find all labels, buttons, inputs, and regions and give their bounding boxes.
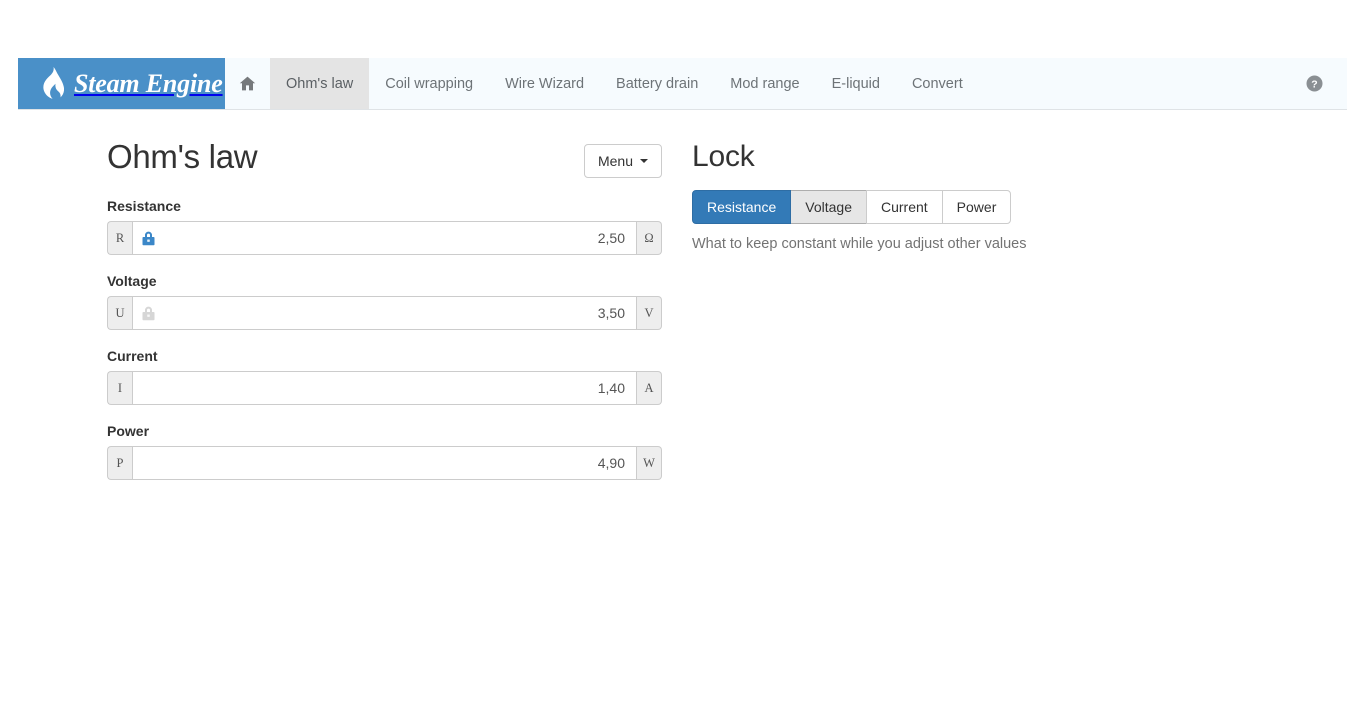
panel-header: Ohm's law Menu (107, 138, 662, 178)
menu-button[interactable]: Menu (583, 144, 662, 178)
lock-option-power[interactable]: Power (941, 190, 1012, 224)
nav-items: Ohm's law Coil wrapping Wire Wizard Batt… (225, 58, 1347, 109)
ohms-law-panel: Ohm's law Menu Resistance R 2,50 Ω Volta… (107, 138, 662, 498)
help-circle-icon[interactable]: ? (1306, 75, 1323, 92)
navbar-right-tools: ? (1306, 58, 1347, 109)
symbol-addon-resistance: R (107, 221, 132, 255)
power-value: 4,90 (597, 455, 625, 471)
lock-option-voltage[interactable]: Voltage (790, 190, 867, 224)
brand-logo-link[interactable]: Steam Engine (18, 58, 225, 109)
nav-home-link[interactable] (225, 58, 270, 109)
power-input[interactable]: 4,90 (132, 446, 637, 480)
lock-icon[interactable] (140, 230, 157, 247)
brand-name: Steam Engine (74, 68, 223, 98)
lock-panel: Lock Resistance Voltage Current Power Wh… (692, 140, 1112, 253)
field-label-power: Power (107, 423, 150, 439)
symbol-addon-power: P (107, 446, 132, 480)
lock-help-text: What to keep constant while you adjust o… (692, 236, 1027, 252)
input-group-resistance: R 2,50 Ω (107, 221, 662, 255)
resistance-input[interactable]: 2,50 (132, 221, 637, 255)
unit-addon-current: A (637, 371, 662, 405)
nav-item-convert[interactable]: Convert (896, 58, 979, 109)
svg-text:?: ? (1311, 78, 1317, 90)
input-group-power: P 4,90 W (107, 446, 662, 480)
nav-item-coil-wrapping[interactable]: Coil wrapping (369, 58, 489, 109)
home-icon (239, 75, 256, 92)
voltage-input[interactable]: 3,50 (132, 296, 637, 330)
nav-item-mod-range[interactable]: Mod range (714, 58, 815, 109)
lock-option-current[interactable]: Current (865, 190, 943, 224)
nav-item-e-liquid[interactable]: E-liquid (816, 58, 896, 109)
symbol-addon-current: I (107, 371, 132, 405)
input-group-current: I 1,40 A (107, 371, 662, 405)
nav-item-wire-wizard[interactable]: Wire Wizard (489, 58, 600, 109)
lock-option-resistance[interactable]: Resistance (692, 190, 792, 224)
main-navbar: Steam Engine Ohm's law Coil wrapping Wir… (18, 58, 1347, 110)
unit-addon-resistance: Ω (637, 221, 662, 255)
field-label-voltage: Voltage (107, 273, 157, 289)
voltage-value: 3,50 (597, 305, 625, 321)
field-current: Current I 1,40 A (107, 348, 662, 405)
flame-icon (38, 66, 65, 101)
resistance-value: 2,50 (597, 230, 625, 246)
unit-addon-voltage: V (637, 296, 662, 330)
menu-button-label: Menu (597, 153, 633, 169)
unit-addon-power: W (637, 446, 662, 480)
chevron-down-icon (640, 159, 648, 163)
current-value: 1,40 (597, 380, 625, 396)
lock-option-group: Resistance Voltage Current Power (692, 190, 1112, 224)
nav-item-ohms-law[interactable]: Ohm's law (270, 58, 370, 109)
symbol-addon-voltage: U (107, 296, 132, 330)
current-input[interactable]: 1,40 (132, 371, 637, 405)
input-group-voltage: U 3,50 V (107, 296, 662, 330)
field-label-resistance: Resistance (107, 198, 181, 214)
nav-item-battery-drain[interactable]: Battery drain (600, 58, 714, 109)
lock-icon[interactable] (140, 305, 157, 322)
field-resistance: Resistance R 2,50 Ω (107, 198, 662, 255)
field-label-current: Current (107, 348, 158, 364)
page-title: Ohm's law (107, 138, 258, 175)
lock-panel-title: Lock (692, 140, 755, 173)
field-voltage: Voltage U 3,50 V (107, 273, 662, 330)
field-power: Power P 4,90 W (107, 423, 662, 480)
